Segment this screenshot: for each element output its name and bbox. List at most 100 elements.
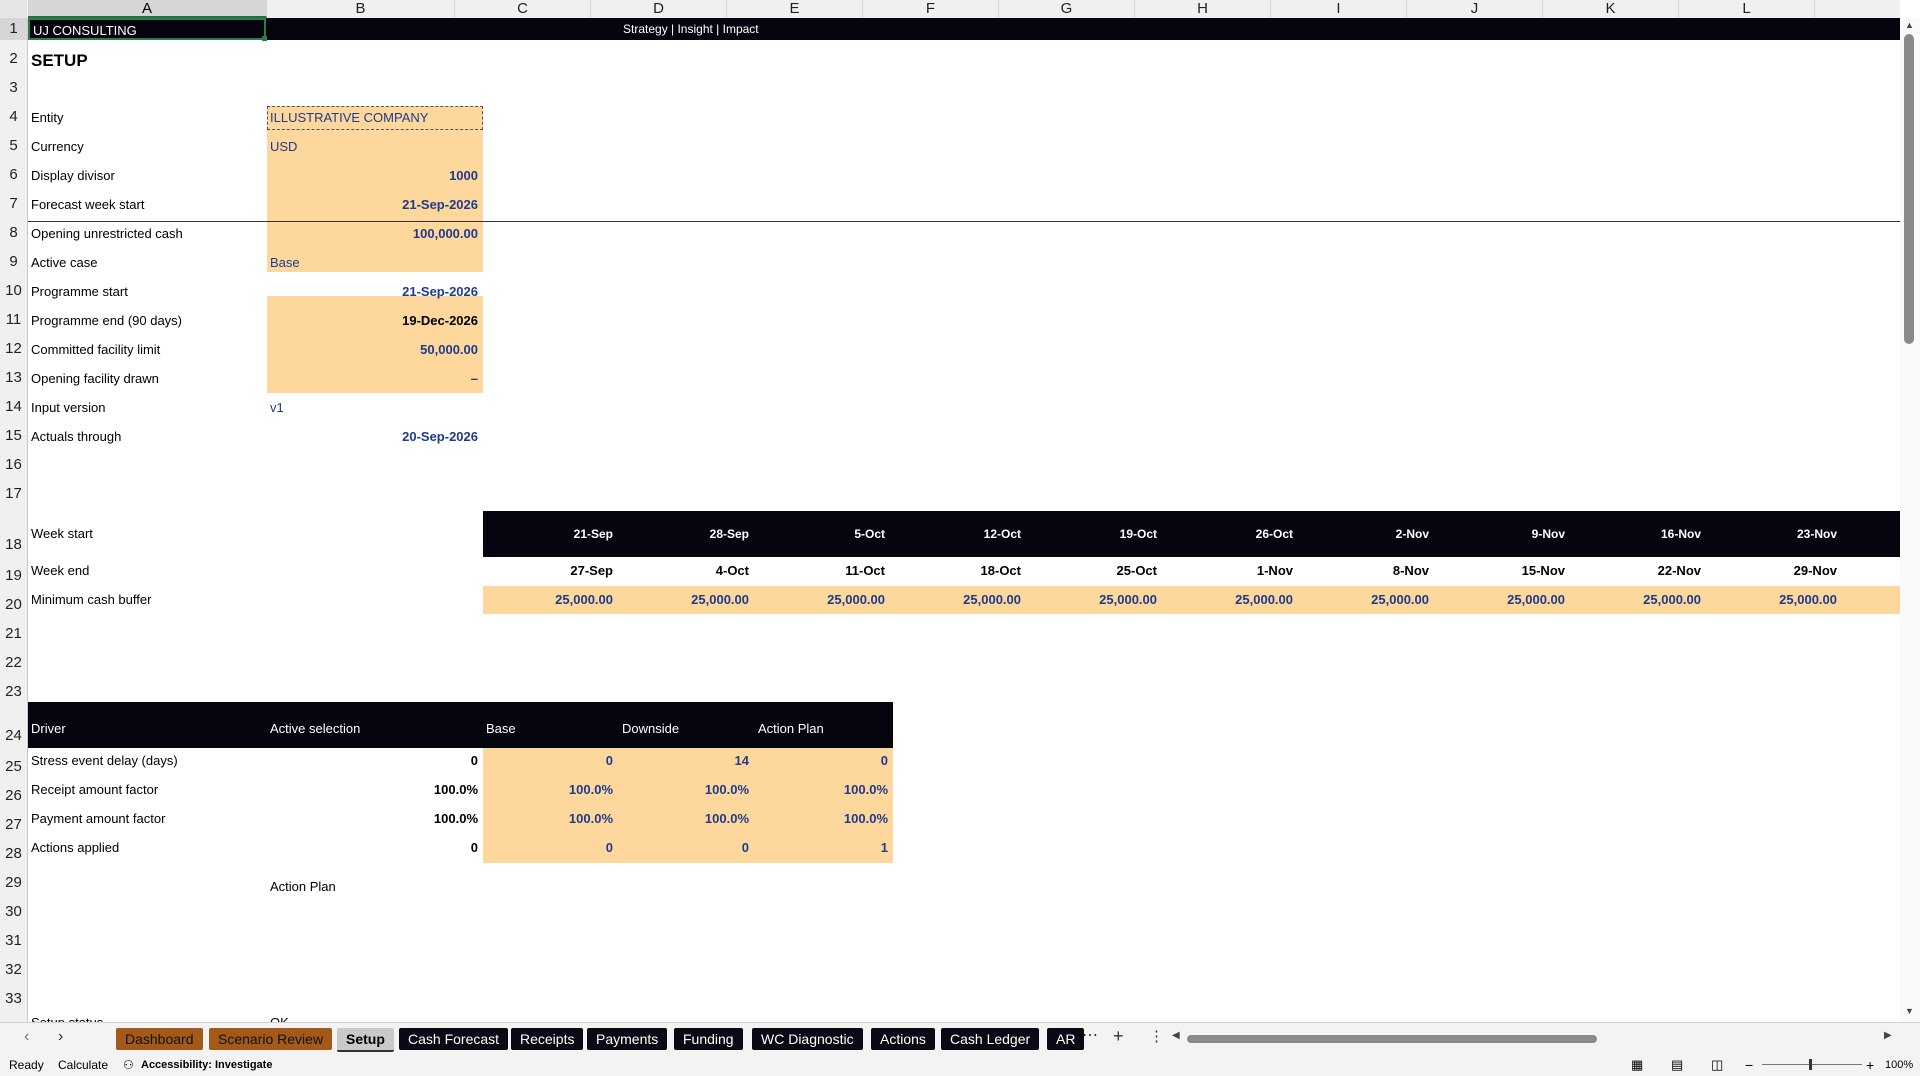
row-header-15[interactable]: 15 [0,417,27,446]
sheet-tab-cash-ledger[interactable]: Cash Ledger [941,1028,1040,1050]
setup-value[interactable]: 100,000.00 [270,224,478,244]
row-header-14[interactable]: 14 [0,388,27,417]
row-header-3[interactable]: 3 [0,69,27,98]
calculate-button[interactable]: Calculate [58,1054,108,1076]
column-header-f[interactable]: F [863,0,999,18]
normal-view-icon[interactable]: ▦ [1631,1054,1643,1076]
row-header-26[interactable]: 26 [0,777,27,806]
sheet-tab-scenario-review[interactable]: Scenario Review [209,1028,333,1050]
row-header-4[interactable]: 4 [0,98,27,127]
min-cash-buffer[interactable]: 25,000.00 [1163,590,1293,610]
sheet-tab-ar[interactable]: AR [1047,1028,1085,1050]
row-header-16[interactable]: 16 [0,446,27,475]
page-layout-view-icon[interactable]: ▤ [1671,1054,1683,1076]
sheet-options-icon[interactable]: ⋮ [1149,1027,1164,1045]
driver-downside-value[interactable]: 14 [619,751,749,771]
min-cash-buffer[interactable]: 25,000.00 [1571,590,1701,610]
column-header-k[interactable]: K [1543,0,1679,18]
row-header-17[interactable]: 17 [0,475,27,504]
row-header-29[interactable]: 29 [0,864,27,893]
column-header-i[interactable]: I [1271,0,1407,18]
tab-scroll-left-icon[interactable]: ‹ [24,1028,29,1046]
row-header-28[interactable]: 28 [0,835,27,864]
setup-value[interactable]: 50,000.00 [270,340,478,360]
sheet-tab-funding[interactable]: Funding [674,1028,743,1050]
driver-base-value[interactable]: 0 [483,838,613,858]
column-header-b[interactable]: B [267,0,455,18]
min-cash-buffer[interactable]: 25,000.00 [1435,590,1565,610]
driver-base-value[interactable]: 100.0% [483,809,613,829]
accessibility-icon[interactable]: ⚇ [123,1054,134,1076]
add-sheet-icon[interactable]: + [1113,1026,1124,1047]
row-header-23[interactable]: 23 [0,673,27,702]
zoom-in-icon[interactable]: + [1866,1054,1874,1076]
min-cash-buffer[interactable]: 25,000.00 [619,590,749,610]
row-header-21[interactable]: 21 [0,615,27,644]
more-sheets-icon[interactable]: ⋯ [1082,1025,1098,1045]
horizontal-scroll-thumb[interactable] [1187,1035,1597,1043]
setup-value[interactable]: USD [270,137,297,157]
setup-value[interactable]: 21-Sep-2026 [270,195,478,215]
min-cash-buffer[interactable]: 25,000.00 [1299,590,1429,610]
driver-action-plan-value[interactable]: 1 [755,838,888,858]
min-cash-buffer[interactable]: 25,000.00 [891,590,1021,610]
column-header-d[interactable]: D [591,0,727,18]
page-break-view-icon[interactable]: ◫ [1711,1054,1723,1076]
min-cash-buffer[interactable]: 25,000.00 [1707,590,1837,610]
sheet-tab-payments[interactable]: Payments [587,1028,668,1050]
sheet-tab-receipts[interactable]: Receipts [511,1028,584,1050]
row-header-5[interactable]: 5 [0,127,27,156]
row-header-32[interactable]: 32 [0,951,27,980]
active-cell-a1[interactable]: UJ CONSULTING [28,18,266,40]
driver-action-plan-value[interactable]: 100.0% [755,809,888,829]
row-header-30[interactable]: 30 [0,893,27,922]
driver-base-value[interactable]: 0 [483,751,613,771]
driver-downside-value[interactable]: 0 [619,838,749,858]
zoom-slider-handle[interactable] [1809,1059,1812,1070]
row-header-1[interactable]: 1 [0,18,27,40]
row-header-13[interactable]: 13 [0,359,27,388]
min-cash-buffer[interactable]: 25,000.00 [1027,590,1157,610]
row-header-7[interactable]: 7 [0,185,27,214]
row-header-24[interactable]: 24 [0,702,27,748]
row-header-9[interactable]: 9 [0,243,27,272]
row-header-20[interactable]: 20 [0,586,27,615]
min-cash-buffer[interactable]: 25,000.00 [755,590,885,610]
driver-downside-value[interactable]: 100.0% [619,809,749,829]
setup-value[interactable]: ILLUSTRATIVE COMPANY [270,108,428,128]
setup-value[interactable]: Base [270,253,300,273]
column-header-e[interactable]: E [727,0,863,18]
row-header-6[interactable]: 6 [0,156,27,185]
scroll-down-icon[interactable]: ▼ [1905,1006,1914,1016]
driver-action-plan-value[interactable]: 0 [755,751,888,771]
hscroll-left-icon[interactable]: ◀ [1172,1030,1180,1041]
row-header-2[interactable]: 2 [0,40,27,69]
row-header-8[interactable]: 8 [0,214,27,243]
row-header-25[interactable]: 25 [0,748,27,777]
row-header-27[interactable]: 27 [0,806,27,835]
row-header-12[interactable]: 12 [0,330,27,359]
setup-value[interactable]: 20-Sep-2026 [270,427,478,447]
driver-downside-value[interactable]: 100.0% [619,780,749,800]
driver-base-value[interactable]: 100.0% [483,780,613,800]
row-header-33[interactable]: 33 [0,980,27,1009]
column-header-j[interactable]: J [1407,0,1543,18]
driver-action-plan-value[interactable]: 100.0% [755,780,888,800]
sheet-tab-setup[interactable]: Setup [337,1028,394,1052]
column-header-h[interactable]: H [1135,0,1271,18]
sheet-tab-wc-diagnostic[interactable]: WC Diagnostic [752,1028,863,1050]
sheet-tab-actions[interactable]: Actions [871,1028,935,1050]
row-header-10[interactable]: 10 [0,272,27,301]
zoom-level[interactable]: 100% [1885,1054,1913,1076]
row-header-18[interactable]: 18 [0,504,27,557]
fill-handle[interactable] [262,36,267,41]
row-header-22[interactable]: 22 [0,644,27,673]
setup-value[interactable]: – [270,369,478,389]
sheet-tab-cash-forecast[interactable]: Cash Forecast [399,1028,509,1050]
vertical-scroll-thumb[interactable] [1904,34,1914,344]
row-header-31[interactable]: 31 [0,922,27,951]
min-cash-buffer[interactable]: 25,000.00 [483,590,613,610]
tab-scroll-right-icon[interactable]: › [58,1028,63,1046]
setup-value[interactable]: 1000 [270,166,478,186]
select-all-corner[interactable] [0,0,27,18]
